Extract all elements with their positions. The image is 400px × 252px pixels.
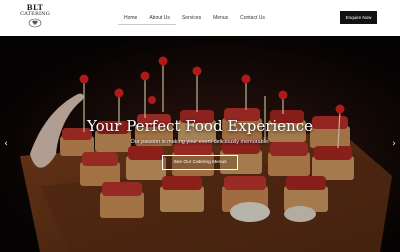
nav-home[interactable]: Home <box>118 11 144 25</box>
plate-heart-icon <box>28 18 42 28</box>
chevron-right-icon[interactable]: › <box>390 138 398 150</box>
main-nav: Home About Us Services Menus Contact Us <box>118 11 271 25</box>
nav-about-us[interactable]: About Us <box>143 11 176 25</box>
nav-services[interactable]: Services <box>176 11 207 25</box>
logo[interactable]: BLT CATERING <box>19 4 51 32</box>
hero-subtitle: Our passion is making your event delicio… <box>130 139 270 145</box>
site-header: BLT CATERING Home About Us Services Menu… <box>0 0 400 36</box>
see-catering-menus-button[interactable]: See Our Catering Menus <box>162 155 238 170</box>
nav-menus[interactable]: Menus <box>207 11 234 25</box>
nav-contact-us[interactable]: Contact Us <box>234 11 271 25</box>
chevron-left-icon[interactable]: ‹ <box>2 138 10 150</box>
enquire-now-button[interactable]: Enquire Now <box>340 11 377 24</box>
logo-brand-subname: CATERING <box>20 11 50 17</box>
logo-brand-name: BLT <box>26 3 44 12</box>
hero-title: Your Perfect Food Experience <box>86 117 313 135</box>
hero-slider: Your Perfect Food Experience Our passion… <box>0 36 400 252</box>
